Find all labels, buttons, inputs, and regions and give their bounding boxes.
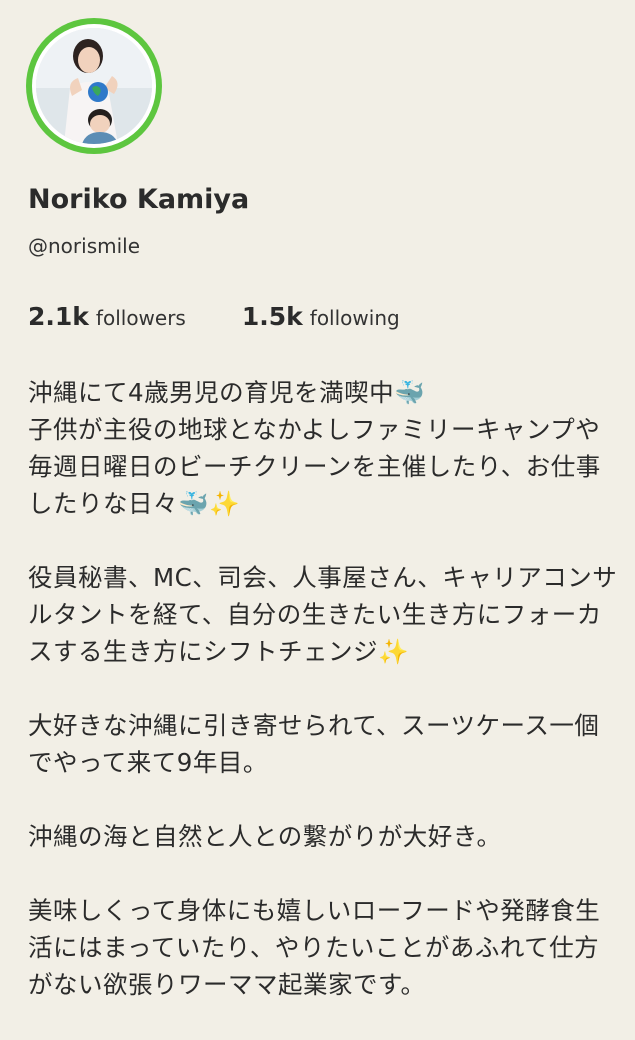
- bio-paragraph-1: 沖縄にて4歳男児の育児を満喫中🐳 子供が主役の地球となかよしファミリーキャンプや…: [28, 374, 618, 522]
- bio-paragraph-5: 美味しくって身体にも嬉しいローフードや発酵食生活にはまっていたり、やりたいことが…: [28, 896, 601, 999]
- profile-bio: 沖縄にて4歳男児の育児を満喫中🐳 子供が主役の地球となかよしファミリーキャンプや…: [28, 374, 618, 1040]
- followers-label: followers: [95, 306, 186, 330]
- followers-count: 2.1k: [28, 302, 89, 331]
- avatar-border: [32, 24, 156, 148]
- profile-handle: @norismile: [28, 234, 141, 258]
- profile-stats: 2.1k followers 1.5k following: [28, 302, 400, 331]
- following-label: following: [309, 306, 400, 330]
- avatar: [36, 28, 152, 144]
- bio-line-1: 沖縄にて4歳男児の育児を満喫中🐳: [28, 378, 426, 407]
- bio-paragraph-3: 大好きな沖縄に引き寄せられて、スーツケース一個でやって来て9年目。: [28, 711, 600, 777]
- followers-stat[interactable]: 2.1k followers: [28, 302, 186, 331]
- avatar-ring[interactable]: [26, 18, 162, 154]
- avatar-photo: [36, 28, 152, 144]
- bio-line-2: 子供が主役の地球となかよしファミリーキャンプや毎週日曜日のビーチクリーンを主催し…: [28, 415, 601, 518]
- bio-paragraph-4: 沖縄の海と自然と人との繋がりが大好き。: [28, 822, 502, 851]
- bio-paragraph-2: 役員秘書、MC、司会、人事屋さん、キャリアコンサルタントを経て、自分の生きたい生…: [28, 563, 618, 666]
- following-count: 1.5k: [241, 302, 303, 331]
- profile-name: Noriko Kamiya: [28, 184, 250, 215]
- following-stat[interactable]: 1.5k following: [242, 302, 400, 331]
